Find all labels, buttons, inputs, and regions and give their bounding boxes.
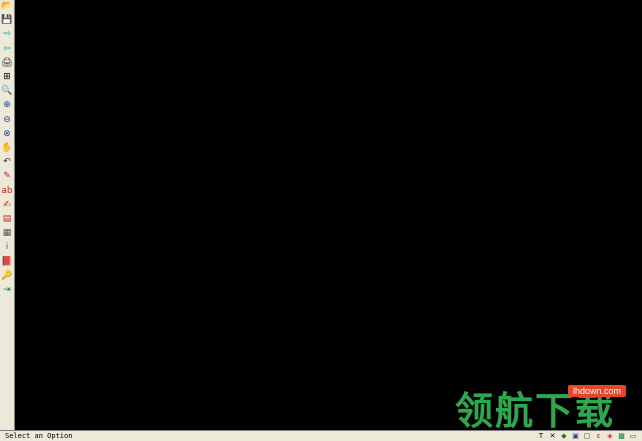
left-toolbar: 📂 💾 ⇨ ⇦ 🖨 ⊞ 🔍 ⊕ ⊖ ⊗ ✋ ↶ ✎ ab ✍ ▤ ▦ i 📕 🔑 ⇥ [0, 0, 15, 430]
exit-icon[interactable]: ⇥ [1, 284, 13, 296]
open-icon[interactable]: 📂 [1, 0, 13, 12]
book-icon[interactable]: 📕 [1, 256, 13, 268]
search-icon[interactable]: 🔍 [1, 85, 13, 97]
text-icon[interactable]: ab [1, 185, 13, 197]
drawing-canvas[interactable] [15, 0, 642, 430]
forward-arrow-icon[interactable]: ⇨ [1, 28, 13, 40]
info-icon[interactable]: i [1, 241, 13, 253]
cancel-icon[interactable]: ✕ [548, 431, 558, 441]
layer-icon[interactable]: ▤ [1, 213, 13, 225]
key-icon[interactable]: 🔑 [1, 270, 13, 282]
edit-text-icon[interactable]: ✍ [1, 199, 13, 211]
save-icon[interactable]: 💾 [1, 14, 13, 26]
cad-app-window: 📂 💾 ⇨ ⇦ 🖨 ⊞ 🔍 ⊕ ⊖ ⊗ ✋ ↶ ✎ ab ✍ ▤ ▦ i 📕 🔑 ⇥ Select an Option … [0, 0, 642, 441]
plotter-icon[interactable]: ⊞ [1, 71, 13, 83]
monitor-icon[interactable]: ▭ [628, 431, 638, 441]
zoom-out-icon[interactable]: ⊖ [1, 114, 13, 126]
status-message: Select an Option [5, 432, 73, 440]
zoom-in-icon[interactable]: ⊕ [1, 99, 13, 111]
back-arrow-icon[interactable]: ⇦ [1, 43, 13, 55]
shield-icon[interactable]: ◆ [559, 431, 569, 441]
text-tool-icon[interactable]: T [536, 431, 546, 441]
grid-icon[interactable]: ▦ [1, 227, 13, 239]
object-snap-icon[interactable]: ▩ [617, 431, 627, 441]
pan-hand-icon[interactable]: ✋ [1, 142, 13, 154]
layers-icon[interactable]: ◈ [605, 431, 615, 441]
undo-icon[interactable]: ↶ [1, 156, 13, 168]
zoom-window-icon[interactable]: ⊗ [1, 128, 13, 140]
print-icon[interactable]: 🖨 [1, 57, 13, 69]
status-bar: Select an Option T ✕ ◆ ▣ ▢ ɛ ◈ ▩ ▭ [0, 430, 642, 441]
window-icon[interactable]: ▣ [571, 431, 581, 441]
snap-icon[interactable]: ▢ [582, 431, 592, 441]
draw-pencil-icon[interactable]: ✎ [1, 170, 13, 182]
ortho-icon[interactable]: ɛ [594, 431, 604, 441]
